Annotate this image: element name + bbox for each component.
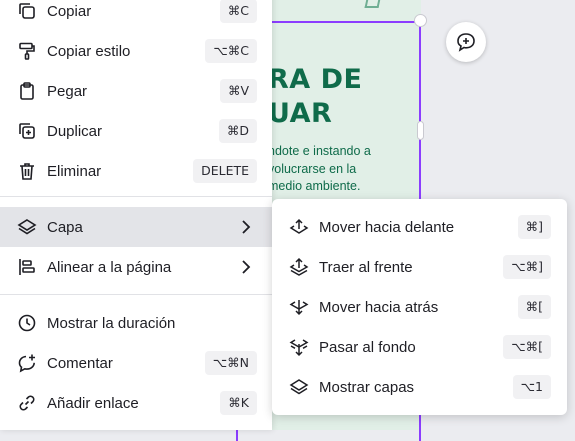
add-comment-button[interactable] bbox=[446, 22, 486, 62]
submenu-item-label: Mover hacia atrás bbox=[319, 298, 439, 316]
shortcut-badge: ⌥1 bbox=[512, 375, 551, 399]
menu-item-layer[interactable]: Capa bbox=[0, 207, 272, 247]
align-left-icon bbox=[16, 256, 38, 278]
menu-item-duplicate[interactable]: Duplicar ⌘D bbox=[0, 111, 272, 151]
paint-roller-icon bbox=[16, 40, 38, 62]
shortcut-badge: ⌘K bbox=[220, 391, 257, 415]
layers-icon bbox=[288, 376, 310, 398]
chevron-right-icon bbox=[240, 219, 252, 235]
submenu-item-label: Pasar al fondo bbox=[319, 338, 416, 356]
trash-icon bbox=[16, 160, 38, 182]
submenu-item-bring-forward[interactable]: Mover hacia delante ⌘] bbox=[272, 207, 567, 247]
shortcut-badge: ⌥⌘N bbox=[204, 351, 257, 375]
context-menu: Copiar ⌘C Copiar estilo ⌥⌘C Pegar ⌘V Dup… bbox=[0, 0, 272, 430]
copy-icon bbox=[16, 0, 38, 22]
menu-item-label: Copiar estilo bbox=[47, 42, 131, 60]
submenu-item-label: Traer al frente bbox=[319, 258, 413, 276]
menu-divider bbox=[0, 294, 272, 295]
submenu-item-label: Mover hacia delante bbox=[319, 218, 455, 236]
shortcut-badge: ⌥⌘[ bbox=[503, 335, 551, 359]
send-backward-icon bbox=[288, 296, 310, 318]
resize-handle[interactable] bbox=[417, 121, 424, 140]
shortcut-badge: ⌘C bbox=[219, 0, 257, 23]
shortcut-badge: ⌘D bbox=[218, 119, 257, 143]
shortcut-badge: ⌥⌘] bbox=[503, 255, 551, 279]
menu-item-comment[interactable]: Comentar ⌥⌘N bbox=[0, 343, 272, 383]
menu-item-add-link[interactable]: Añadir enlace ⌘K bbox=[0, 383, 272, 423]
menu-item-label: Eliminar bbox=[47, 162, 102, 180]
menu-item-label: Pegar bbox=[47, 82, 88, 100]
menu-item-label: Alinear a la página bbox=[47, 258, 172, 276]
send-to-back-icon bbox=[288, 336, 310, 358]
menu-item-copy[interactable]: Copiar ⌘C bbox=[0, 0, 272, 31]
layers-icon bbox=[16, 216, 38, 238]
menu-item-paste[interactable]: Pegar ⌘V bbox=[0, 71, 272, 111]
layer-submenu: Mover hacia delante ⌘] Traer al frente ⌥… bbox=[272, 199, 567, 415]
comment-add-icon bbox=[16, 352, 38, 374]
shortcut-badge: ⌘] bbox=[517, 215, 551, 239]
shortcut-badge: ⌘V bbox=[219, 79, 257, 103]
link-icon bbox=[16, 392, 38, 414]
menu-item-label: Comentar bbox=[47, 354, 113, 372]
clipboard-icon bbox=[16, 80, 38, 102]
duplicate-icon bbox=[16, 120, 38, 142]
clock-icon bbox=[16, 312, 38, 334]
menu-item-label: Copiar bbox=[47, 2, 92, 20]
menu-item-align-page[interactable]: Alinear a la página bbox=[0, 247, 272, 287]
submenu-item-bring-to-front[interactable]: Traer al frente ⌥⌘] bbox=[272, 247, 567, 287]
menu-item-copy-style[interactable]: Copiar estilo ⌥⌘C bbox=[0, 31, 272, 71]
menu-item-label: Duplicar bbox=[47, 122, 103, 140]
shortcut-badge: ⌥⌘C bbox=[205, 39, 257, 63]
submenu-item-send-backward[interactable]: Mover hacia atrás ⌘[ bbox=[272, 287, 567, 327]
chevron-right-icon bbox=[240, 259, 252, 275]
submenu-item-show-layers[interactable]: Mostrar capas ⌥1 bbox=[272, 367, 567, 407]
submenu-item-label: Mostrar capas bbox=[319, 378, 415, 396]
menu-divider bbox=[0, 196, 272, 197]
shortcut-badge: ⌘[ bbox=[517, 295, 551, 319]
menu-item-label: Mostrar la duración bbox=[47, 314, 176, 332]
menu-item-delete[interactable]: Eliminar DELETE bbox=[0, 151, 272, 191]
menu-item-label: Añadir enlace bbox=[47, 394, 139, 412]
submenu-item-send-to-back[interactable]: Pasar al fondo ⌥⌘[ bbox=[272, 327, 567, 367]
rotate-handle[interactable] bbox=[414, 14, 427, 27]
bring-forward-icon bbox=[288, 216, 310, 238]
menu-item-label: Capa bbox=[47, 218, 83, 236]
comment-add-icon bbox=[455, 31, 477, 53]
shortcut-badge: DELETE bbox=[193, 159, 257, 183]
menu-item-show-duration[interactable]: Mostrar la duración bbox=[0, 303, 272, 343]
bring-to-front-icon bbox=[288, 256, 310, 278]
